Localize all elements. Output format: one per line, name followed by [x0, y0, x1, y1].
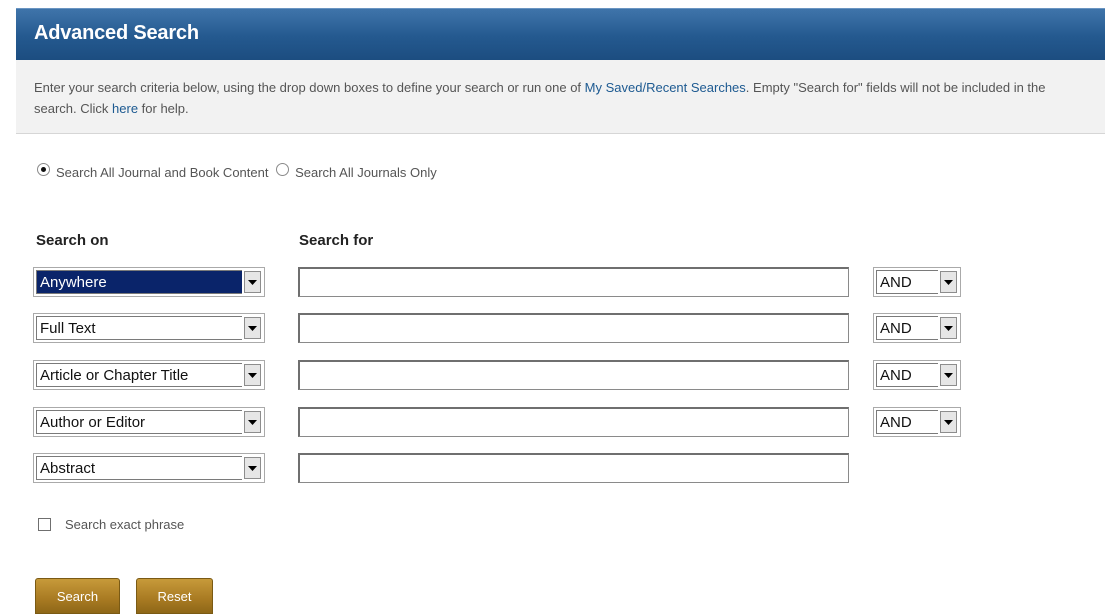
search-field-select[interactable]: Abstract — [33, 453, 265, 483]
boolean-operator-value: AND — [876, 410, 938, 434]
scope-option-all-content[interactable]: Search All Journal and Book Content — [37, 163, 269, 180]
boolean-operator-value: AND — [876, 270, 938, 294]
search-field-value: Anywhere — [36, 270, 242, 294]
dropdown-arrow-icon[interactable] — [244, 457, 261, 479]
search-row: Author or Editor AND — [0, 407, 1105, 439]
instructions-text-part: for help. — [138, 101, 189, 116]
search-term-input[interactable] — [298, 407, 849, 437]
search-button[interactable]: Search — [35, 578, 120, 614]
search-row: Abstract — [0, 453, 1105, 485]
page-title: Advanced Search — [34, 22, 199, 44]
search-term-input[interactable] — [298, 453, 849, 483]
exact-phrase-label: Search exact phrase — [65, 517, 185, 532]
exact-phrase-option[interactable]: Search exact phrase — [38, 517, 184, 532]
search-field-value: Full Text — [36, 316, 242, 340]
dropdown-arrow-icon[interactable] — [940, 271, 957, 293]
dropdown-arrow-icon[interactable] — [940, 411, 957, 433]
scope-all-content-radio[interactable] — [37, 163, 50, 176]
boolean-operator-select[interactable]: AND — [873, 360, 961, 390]
dropdown-arrow-icon[interactable] — [244, 271, 261, 293]
search-on-heading: Search on — [36, 232, 109, 249]
dropdown-arrow-icon[interactable] — [940, 364, 957, 386]
search-field-value: Author or Editor — [36, 410, 242, 434]
search-row: Full Text AND — [0, 313, 1105, 345]
search-row: Article or Chapter Title AND — [0, 360, 1105, 392]
dropdown-arrow-icon[interactable] — [244, 364, 261, 386]
instructions-text: Enter your search criteria below, using … — [34, 77, 1074, 119]
dropdown-arrow-icon[interactable] — [244, 411, 261, 433]
search-field-select[interactable]: Article or Chapter Title — [33, 360, 265, 390]
search-field-select[interactable]: Author or Editor — [33, 407, 265, 437]
instructions-panel: Enter your search criteria below, using … — [16, 60, 1105, 134]
search-field-value: Abstract — [36, 456, 242, 480]
search-term-input[interactable] — [298, 360, 849, 390]
search-scope-group: Search All Journal and Book Content Sear… — [37, 163, 441, 182]
scope-all-content-label: Search All Journal and Book Content — [56, 165, 269, 180]
boolean-operator-value: AND — [876, 316, 938, 340]
search-term-input[interactable] — [298, 267, 849, 297]
search-field-value: Article or Chapter Title — [36, 363, 242, 387]
dropdown-arrow-icon[interactable] — [940, 317, 957, 339]
search-field-select[interactable]: Anywhere — [33, 267, 265, 297]
reset-button[interactable]: Reset — [136, 578, 213, 614]
exact-phrase-checkbox[interactable] — [38, 518, 51, 531]
page-header: Advanced Search — [16, 8, 1105, 60]
search-term-input[interactable] — [298, 313, 849, 343]
boolean-operator-select[interactable]: AND — [873, 313, 961, 343]
scope-journals-only-label: Search All Journals Only — [295, 165, 437, 180]
search-field-select[interactable]: Full Text — [33, 313, 265, 343]
boolean-operator-value: AND — [876, 363, 938, 387]
search-for-heading: Search for — [299, 232, 374, 249]
boolean-operator-select[interactable]: AND — [873, 407, 961, 437]
saved-searches-link[interactable]: My Saved/Recent Searches — [585, 80, 746, 95]
help-link[interactable]: here — [112, 101, 138, 116]
dropdown-arrow-icon[interactable] — [244, 317, 261, 339]
search-row: Anywhere AND — [0, 267, 1105, 299]
scope-option-journals-only[interactable]: Search All Journals Only — [276, 163, 437, 180]
scope-journals-only-radio[interactable] — [276, 163, 290, 176]
instructions-text-part: Enter your search criteria below, using … — [34, 80, 585, 95]
boolean-operator-select[interactable]: AND — [873, 267, 961, 297]
